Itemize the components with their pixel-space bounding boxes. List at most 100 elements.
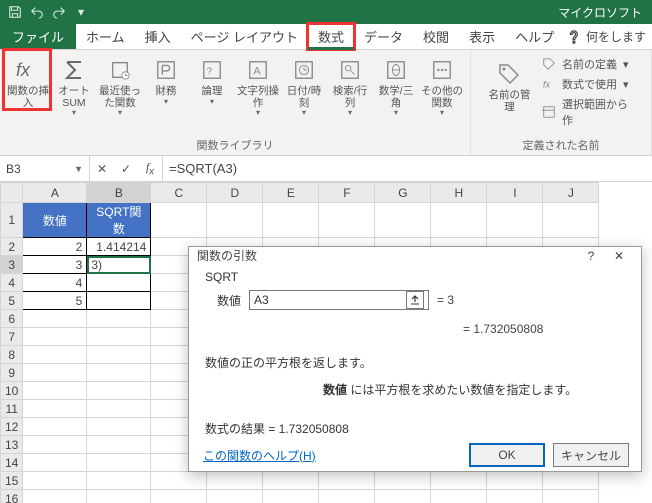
col-header[interactable]: J — [543, 183, 599, 203]
arg-input[interactable]: A3 — [249, 290, 429, 310]
cell[interactable] — [23, 472, 87, 490]
define-name-button[interactable]: 名前の定義 ▾ — [542, 56, 637, 72]
tell-me-icon[interactable] — [566, 30, 580, 44]
col-header[interactable]: H — [431, 183, 487, 203]
row-header[interactable]: 7 — [1, 328, 23, 346]
tab-page-layout[interactable]: ページ レイアウト — [181, 24, 308, 49]
name-manager-button[interactable]: 名前の管理 — [485, 56, 534, 113]
row-header[interactable]: 8 — [1, 346, 23, 364]
insert-function-button[interactable]: fx 関数の挿入 — [6, 52, 50, 109]
row-header[interactable]: 1 — [1, 203, 23, 238]
cell[interactable] — [87, 490, 151, 503]
row-header[interactable]: 10 — [1, 382, 23, 400]
row-header[interactable]: 9 — [1, 364, 23, 382]
cell[interactable] — [23, 328, 87, 346]
autosum-button[interactable]: オートSUM▾ — [52, 52, 96, 118]
function-help-link[interactable]: この関数のヘルプ(H) — [203, 447, 316, 464]
cell[interactable] — [431, 490, 487, 503]
cell[interactable] — [87, 292, 151, 310]
col-header[interactable]: E — [263, 183, 319, 203]
cell[interactable] — [543, 203, 599, 238]
col-header[interactable]: I — [487, 183, 543, 203]
cell[interactable] — [23, 310, 87, 328]
cell[interactable] — [151, 203, 207, 238]
ok-button[interactable]: OK — [469, 443, 545, 467]
cell[interactable] — [23, 454, 87, 472]
row-header[interactable]: 4 — [1, 274, 23, 292]
cell[interactable] — [375, 203, 431, 238]
logical-button[interactable]: ? 論理▾ — [190, 52, 234, 106]
row-header[interactable]: 16 — [1, 490, 23, 503]
cell[interactable] — [87, 418, 151, 436]
cell[interactable] — [543, 490, 599, 503]
tab-insert[interactable]: 挿入 — [135, 24, 181, 49]
cell[interactable] — [23, 418, 87, 436]
enter-formula-button[interactable]: ✓ — [114, 162, 138, 176]
help-icon[interactable]: ? — [577, 249, 605, 263]
cell[interactable] — [151, 490, 207, 503]
tab-help[interactable]: ヘルプ — [505, 24, 564, 49]
cell[interactable] — [487, 203, 543, 238]
cell[interactable] — [87, 454, 151, 472]
use-in-formula-button[interactable]: fx数式で使用 ▾ — [542, 76, 637, 92]
row-header[interactable]: 14 — [1, 454, 23, 472]
create-from-selection-button[interactable]: 選択範囲から作 — [542, 96, 637, 128]
chevron-down-icon[interactable]: ▼ — [74, 164, 83, 174]
cell[interactable] — [87, 310, 151, 328]
cell[interactable] — [87, 328, 151, 346]
row-header[interactable]: 5 — [1, 292, 23, 310]
cell[interactable]: 1.414214 — [87, 238, 151, 256]
row-header[interactable]: 2 — [1, 238, 23, 256]
financial-button[interactable]: 財務▾ — [144, 52, 188, 106]
cell[interactable] — [207, 203, 263, 238]
cell[interactable] — [23, 400, 87, 418]
text-func-button[interactable]: A 文字列操作▾ — [236, 52, 280, 118]
cell[interactable] — [23, 436, 87, 454]
select-all-corner[interactable] — [1, 183, 23, 203]
cell[interactable] — [87, 472, 151, 490]
tell-me-text[interactable]: 何をします — [586, 28, 646, 45]
more-functions-button[interactable]: その他の関数▾ — [420, 52, 464, 118]
recent-functions-button[interactable]: 最近使った関数▾ — [98, 52, 142, 118]
cell[interactable] — [207, 490, 263, 503]
col-header[interactable]: G — [375, 183, 431, 203]
cell[interactable] — [23, 490, 87, 503]
tab-home[interactable]: ホーム — [76, 24, 135, 49]
cancel-button[interactable]: キャンセル — [553, 443, 629, 467]
row-header[interactable]: 6 — [1, 310, 23, 328]
col-header[interactable]: A — [23, 183, 87, 203]
cell[interactable]: 5 — [23, 292, 87, 310]
cell[interactable] — [87, 346, 151, 364]
tab-formulas[interactable]: 数式 — [308, 24, 354, 49]
row-header[interactable]: 3 — [1, 256, 23, 274]
cell[interactable]: 2 — [23, 238, 87, 256]
save-icon[interactable] — [6, 3, 24, 21]
undo-icon[interactable] — [28, 3, 46, 21]
tab-view[interactable]: 表示 — [459, 24, 505, 49]
tab-data[interactable]: データ — [354, 24, 413, 49]
col-header[interactable]: D — [207, 183, 263, 203]
cell[interactable] — [431, 203, 487, 238]
cell[interactable] — [23, 364, 87, 382]
row-header[interactable]: 11 — [1, 400, 23, 418]
col-header[interactable]: F — [319, 183, 375, 203]
math-button[interactable]: 数学/三角▾ — [374, 52, 418, 118]
cell[interactable] — [487, 490, 543, 503]
cell[interactable] — [87, 382, 151, 400]
close-icon[interactable]: ✕ — [605, 249, 633, 263]
row-header[interactable]: 12 — [1, 418, 23, 436]
cell[interactable]: 3 — [23, 256, 87, 274]
datetime-button[interactable]: 日付/時刻▾ — [282, 52, 326, 118]
cell[interactable] — [319, 203, 375, 238]
lookup-button[interactable]: 検索/行列▾ — [328, 52, 372, 118]
cell[interactable] — [87, 274, 151, 292]
cell[interactable] — [87, 400, 151, 418]
formula-input[interactable]: =SQRT(A3) — [163, 156, 652, 181]
cell[interactable] — [87, 364, 151, 382]
cell[interactable] — [375, 490, 431, 503]
row-header[interactable]: 15 — [1, 472, 23, 490]
col-header[interactable]: C — [151, 183, 207, 203]
cell[interactable] — [23, 382, 87, 400]
redo-icon[interactable] — [50, 3, 68, 21]
tab-review[interactable]: 校閲 — [413, 24, 459, 49]
